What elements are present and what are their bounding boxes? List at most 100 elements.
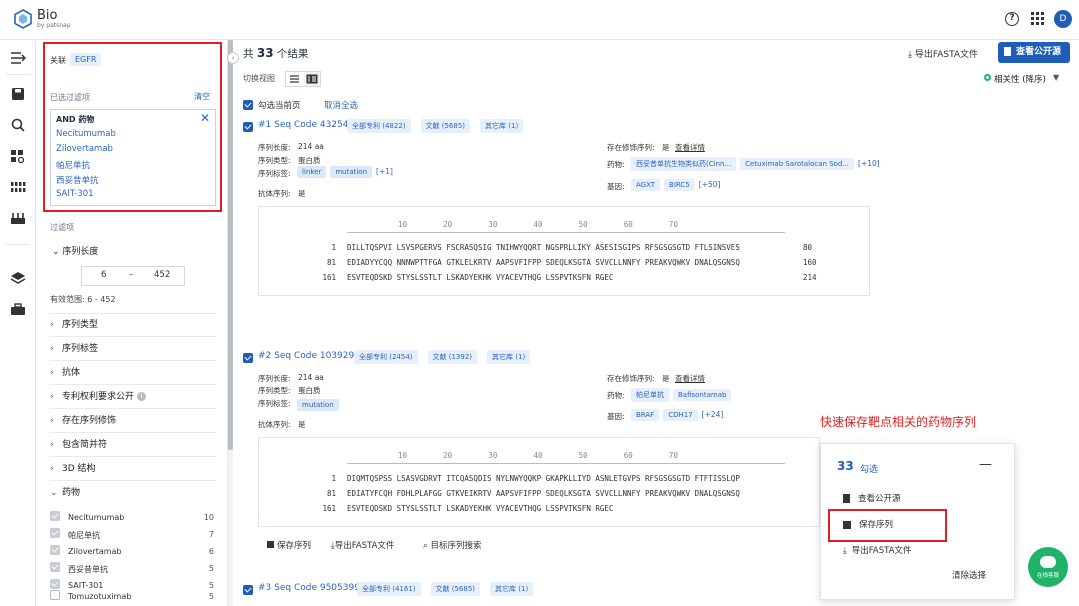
source-tag[interactable]: 其它库 (1) (490, 582, 534, 596)
briefcase-icon[interactable] (10, 302, 26, 316)
facet-seq-type[interactable]: › 序列类型 (50, 313, 216, 337)
facet-3d-structure[interactable]: › 3D 结构 (50, 457, 216, 481)
source-tag[interactable]: 其它库 (1) (480, 119, 524, 133)
collapse-sidebar-icon[interactable]: ‹ (227, 52, 239, 64)
drug-tag[interactable]: 帕尼单抗 (631, 388, 669, 402)
source-tag[interactable]: 文献 (5685) (430, 582, 481, 596)
source-tag[interactable]: 文献 (5685) (420, 119, 471, 133)
annotation-text: 快速保存靶点相关的药物序列 (820, 415, 977, 429)
record-checkbox[interactable] (243, 353, 253, 364)
more-genes[interactable]: [+50] (699, 180, 721, 189)
panel-save-sequence[interactable]: 保存序列 (843, 518, 893, 530)
facet-drug[interactable]: ⌄ 药物 (50, 481, 216, 505)
facet-seq-tag[interactable]: › 序列标签 (50, 337, 216, 361)
seq-length-min[interactable]: 6 (101, 270, 106, 280)
related-tag-egfr[interactable]: EGFR (70, 53, 102, 66)
layers-icon[interactable] (10, 271, 26, 285)
drug-tag[interactable]: Cetuximab Sarotalocan Sod... (740, 158, 855, 170)
menu-expand-icon[interactable] (10, 51, 26, 65)
sort-dropdown-icon[interactable]: ▼ (1053, 73, 1059, 82)
molecule-icon[interactable] (10, 211, 26, 225)
gene-tag[interactable]: AGXT (631, 179, 661, 191)
seq-length-facet-header[interactable]: ⌄ 序列长度 (52, 244, 98, 257)
view-details-link[interactable]: 查看详情 (675, 373, 705, 384)
export-fasta-action[interactable]: ⤓导出FASTA文件 (331, 539, 394, 551)
panel-export-fasta[interactable]: ⤓ 导出FASTA文件 (843, 544, 911, 556)
drug-tag[interactable]: Bafisontamab (673, 389, 732, 401)
meta-label: 序列长度: (258, 374, 291, 383)
clear-selection-button[interactable]: 清除选择 (952, 569, 986, 581)
gene-tag[interactable]: CDH17 (663, 409, 698, 421)
facet-antibody[interactable]: › 抗体 (50, 361, 216, 385)
more-genes[interactable]: [+24] (702, 410, 724, 419)
facet-degenerate[interactable]: › 包含简并符 (50, 433, 216, 457)
checkbox[interactable] (243, 122, 253, 132)
source-tag[interactable]: 全部专利 (4161) (357, 582, 421, 596)
apps-grid-icon[interactable] (1031, 12, 1044, 25)
search-icon[interactable] (10, 118, 26, 132)
sort-select[interactable]: 相关性 (降序) (994, 73, 1046, 85)
more-drugs[interactable]: [+10] (858, 159, 880, 168)
minimize-panel-button[interactable]: — (979, 457, 992, 472)
filter-value[interactable]: Necitumumab (56, 129, 116, 139)
target-sequence-search[interactable]: ⌕ 目标序列搜索 (423, 539, 481, 551)
cancel-all-button[interactable]: 取消全选 (324, 99, 358, 111)
more-tags[interactable]: [+1] (376, 167, 393, 176)
user-avatar[interactable]: D (1054, 10, 1072, 28)
checkbox[interactable] (50, 545, 60, 555)
filter-value[interactable]: 西妥昔单抗 (56, 174, 99, 186)
gene-tag[interactable]: BRAF (631, 409, 660, 421)
record-title[interactable]: #3 Seq Code 9505399 (258, 583, 360, 593)
select-page-label[interactable]: 勾选当前页 (258, 99, 301, 111)
export-fasta-button[interactable]: ⤓ 导出FASTA文件 (908, 47, 978, 60)
drug-option[interactable]: Necitumumab 10 (50, 511, 216, 528)
facet-seq-modification[interactable]: › 存在序列修饰 (50, 409, 216, 433)
info-icon[interactable]: i (137, 392, 147, 401)
checkbox[interactable] (50, 579, 60, 589)
checkbox[interactable] (50, 511, 60, 521)
facet-patent-claim[interactable]: › 专利权利要求公开 i (50, 385, 216, 409)
checkbox[interactable] (50, 528, 60, 538)
record-checkbox[interactable] (243, 585, 253, 596)
source-tag[interactable]: 其它库 (1) (487, 350, 531, 364)
seq-tag[interactable]: mutation (297, 399, 339, 411)
filter-value[interactable]: Zilovertamab (56, 144, 113, 154)
checkbox[interactable] (243, 353, 253, 363)
gene-tag[interactable]: BIRC5 (664, 179, 695, 191)
record-title[interactable]: #1 Seq Code 43254 (258, 120, 348, 130)
source-tag[interactable]: 文献 (1392) (427, 350, 478, 364)
seq-tag[interactable]: mutation (330, 166, 373, 178)
drug-option[interactable]: 帕尼单抗 7 (50, 528, 216, 545)
save-icon[interactable] (10, 87, 26, 101)
panel-view-public[interactable]: 查看公开源 (843, 492, 901, 504)
list-view-icon[interactable] (289, 74, 300, 84)
drug-tag[interactable]: 西妥昔单抗生物类似药(Cinn... (631, 157, 737, 171)
sequence-icon[interactable] (10, 180, 26, 194)
download-icon: ⤓ (843, 546, 847, 556)
drug-option[interactable]: 西妥昔单抗 5 (50, 562, 216, 579)
help-icon[interactable]: ? (1005, 12, 1019, 26)
detail-view-icon[interactable] (306, 74, 318, 84)
seq-length-max[interactable]: 452 (154, 270, 170, 280)
checkbox[interactable] (50, 590, 60, 600)
drug-option[interactable]: Tomuzotuximab 5 (50, 590, 216, 606)
filter-value[interactable]: 帕尼单抗 (56, 159, 90, 171)
clear-filters-button[interactable]: 清空 (194, 91, 210, 102)
record-title[interactable]: #2 Seq Code 103929 (258, 351, 354, 361)
seq-tag[interactable]: linker (297, 166, 327, 178)
checkbox[interactable] (243, 100, 253, 110)
view-details-link[interactable]: 查看详情 (675, 142, 705, 153)
filter-value[interactable]: SAIT-301 (56, 189, 94, 199)
checkbox[interactable] (50, 562, 60, 572)
structure-search-icon[interactable] (10, 149, 26, 163)
view-public-source-button[interactable]: 查看公开源 (998, 42, 1070, 63)
source-tag[interactable]: 全部专利 (2454) (354, 350, 418, 364)
remove-filter-icon[interactable]: ✕ (200, 111, 210, 125)
record-checkbox[interactable] (243, 122, 253, 133)
source-tag[interactable]: 全部专利 (4822) (347, 119, 411, 133)
save-sequence-button[interactable]: 保存序列 (267, 539, 311, 551)
select-page-checkbox[interactable] (243, 100, 253, 111)
checkbox[interactable] (243, 585, 253, 595)
drug-option[interactable]: Zilovertamab 6 (50, 545, 216, 562)
sidebar-scroll-thumb[interactable] (228, 40, 233, 450)
